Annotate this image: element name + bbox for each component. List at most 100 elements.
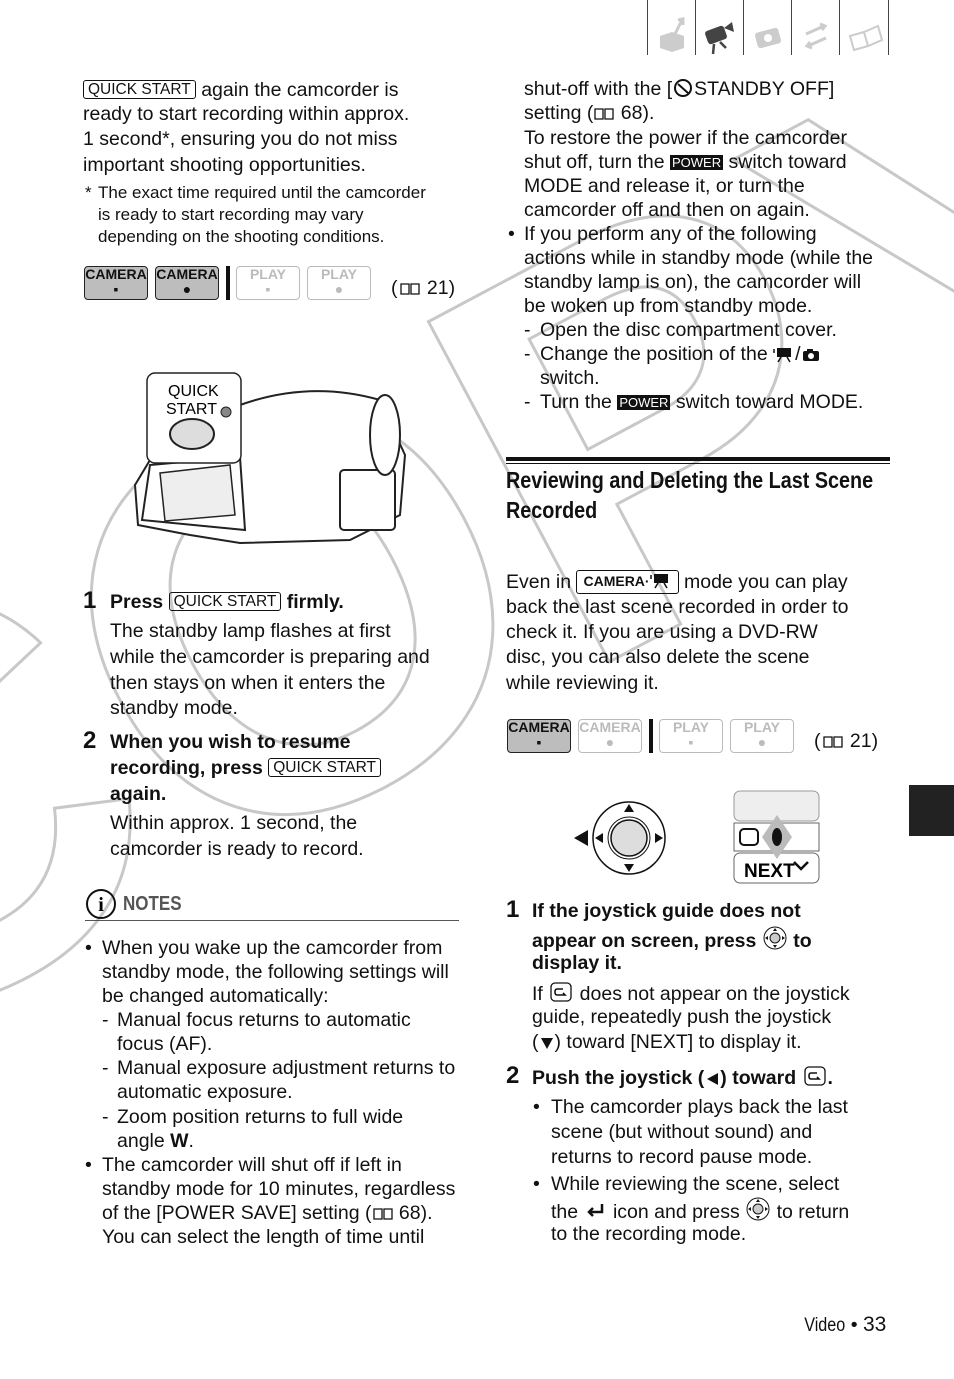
tab-photo[interactable] [743, 0, 792, 55]
mode-label: PLAY [249, 266, 287, 282]
text-line: while the camcorder is preparing and [110, 645, 430, 669]
text-line: Press QUICK START firmly. [110, 590, 344, 614]
text: standby mode. [110, 697, 238, 719]
text: ) toward [NEXT] to display it. [554, 1031, 802, 1053]
text: standby mode, the following settings wil… [102, 961, 449, 983]
text: setting ( [524, 102, 594, 124]
wide-indicator: W [170, 1130, 189, 1152]
text: disc, you can also delete the scene [506, 646, 810, 668]
side-index-tab [909, 785, 954, 836]
text-line: When you wish to resume [110, 730, 351, 754]
text: shut off, turn the [524, 151, 670, 173]
svg-text:i: i [98, 894, 104, 916]
notes-header: i NOTES [85, 887, 192, 923]
tab-additional-info[interactable] [839, 0, 889, 55]
text-line: camcorder off and then on again. [524, 198, 810, 222]
text: camcorder off and then on again. [524, 199, 810, 221]
text: standby mode for 10 minutes, regardless [102, 1178, 456, 1200]
dash: - [524, 390, 531, 414]
text-line: setting ( 68). [524, 101, 654, 128]
page-reference: ( 21) [391, 276, 455, 303]
text: mode you can play [678, 571, 848, 593]
power-switch-badge: POWER [669, 155, 724, 170]
heading-rule [506, 457, 890, 461]
text: again. [110, 783, 167, 805]
text: shut-off with the [ [524, 78, 673, 100]
text: The camcorder will shut off if left in [102, 1154, 402, 1176]
step-number: 2 [506, 1062, 520, 1089]
text: be woken up from standby mode. [524, 295, 813, 317]
quick-start-button-badge: QUICK START [83, 80, 196, 99]
standby-off-icon [672, 78, 694, 104]
text-line: The standby lamp flashes at first [110, 619, 391, 643]
text: switch toward MODE. [670, 391, 864, 413]
text-line: Push the joystick () toward . [532, 1065, 833, 1093]
playback-icon [802, 1065, 828, 1093]
text-line: returns to record pause mode. [551, 1145, 812, 1169]
tab-video[interactable] [695, 0, 744, 55]
text: - [524, 391, 531, 413]
transfer-arrows-icon [804, 22, 828, 50]
text: 1 second*, ensuring you do not miss [83, 128, 398, 150]
camera-icon [801, 345, 821, 369]
text: angle [117, 1130, 171, 1152]
text: - [102, 1057, 109, 1079]
text-line: angle W. [117, 1129, 194, 1153]
text: • [85, 937, 92, 959]
text-line: MODE and release it, or turn the [524, 174, 805, 198]
section-heading: Recorded [506, 497, 598, 523]
text: camcorder is ready to record. [110, 838, 364, 860]
text: Press [110, 591, 169, 613]
text: The standby lamp flashes at first [110, 620, 391, 642]
divider [226, 266, 230, 300]
notes-label: NOTES [123, 893, 183, 915]
text-line: Manual exposure adjustment returns to [117, 1056, 455, 1080]
text: switch toward [723, 151, 847, 173]
quick-start-button-badge: QUICK START [268, 758, 381, 777]
text: • [533, 1173, 540, 1195]
joystick-guide: NEXT [733, 790, 820, 884]
text: When you wish to resume [110, 731, 351, 753]
mode-play-movie: PLAY ▪ [659, 719, 723, 753]
text-line: The exact time required until the camcor… [98, 182, 426, 204]
mode-label: PLAY [743, 719, 781, 735]
text-line: camcorder is ready to record. [110, 837, 364, 861]
step-number: 1 [506, 896, 520, 923]
camera-movie-mode-badge: CAMERA· [576, 570, 679, 594]
text-line: focus (AF). [117, 1032, 212, 1056]
text: If [532, 983, 549, 1005]
text-line: scene (but without sound) and [551, 1120, 812, 1144]
text: to [787, 930, 812, 952]
book-icon [848, 24, 884, 52]
text-line: shut off, turn the POWER switch toward [524, 150, 847, 174]
text: - [102, 1009, 109, 1031]
text: check it. If you are using a DVD-RW [506, 621, 818, 643]
text: the [551, 1201, 584, 1223]
text: To restore the power if the camcorder [524, 127, 847, 149]
tab-intro[interactable] [647, 0, 696, 55]
mode-badge-label: CAMERA· [583, 573, 650, 589]
quick-start-button-badge: QUICK START [168, 592, 282, 611]
mode-play-movie: PLAY ▪ [236, 266, 300, 300]
text-line: be woken up from standby mode. [524, 294, 812, 318]
book-icon [593, 104, 615, 128]
text: back the last scene recorded in order to [506, 596, 849, 618]
text: Within approx. 1 second, the [110, 812, 358, 834]
mode-label: PLAY [320, 266, 358, 282]
dash: - [524, 318, 531, 342]
text-line: The camcorder plays back the last [551, 1095, 848, 1119]
tab-external[interactable] [791, 0, 840, 55]
text-line: disc, you can also delete the scene [506, 645, 810, 669]
text: • [85, 1154, 92, 1176]
text: If the joystick guide does not [532, 900, 801, 922]
quick-start-label: QUICK [168, 383, 219, 400]
mode-label: CAMERA [579, 719, 641, 735]
mode-camera-movie: CAMERA ▪ [507, 719, 571, 753]
text: recording, press [110, 757, 269, 779]
bullet: • [85, 1153, 92, 1177]
movie-camera-icon [705, 22, 734, 55]
dash: - [102, 1105, 109, 1129]
text: actions while in standby mode (while the [524, 247, 874, 269]
page-reference: ( 21) [814, 729, 878, 756]
divider [649, 719, 653, 753]
